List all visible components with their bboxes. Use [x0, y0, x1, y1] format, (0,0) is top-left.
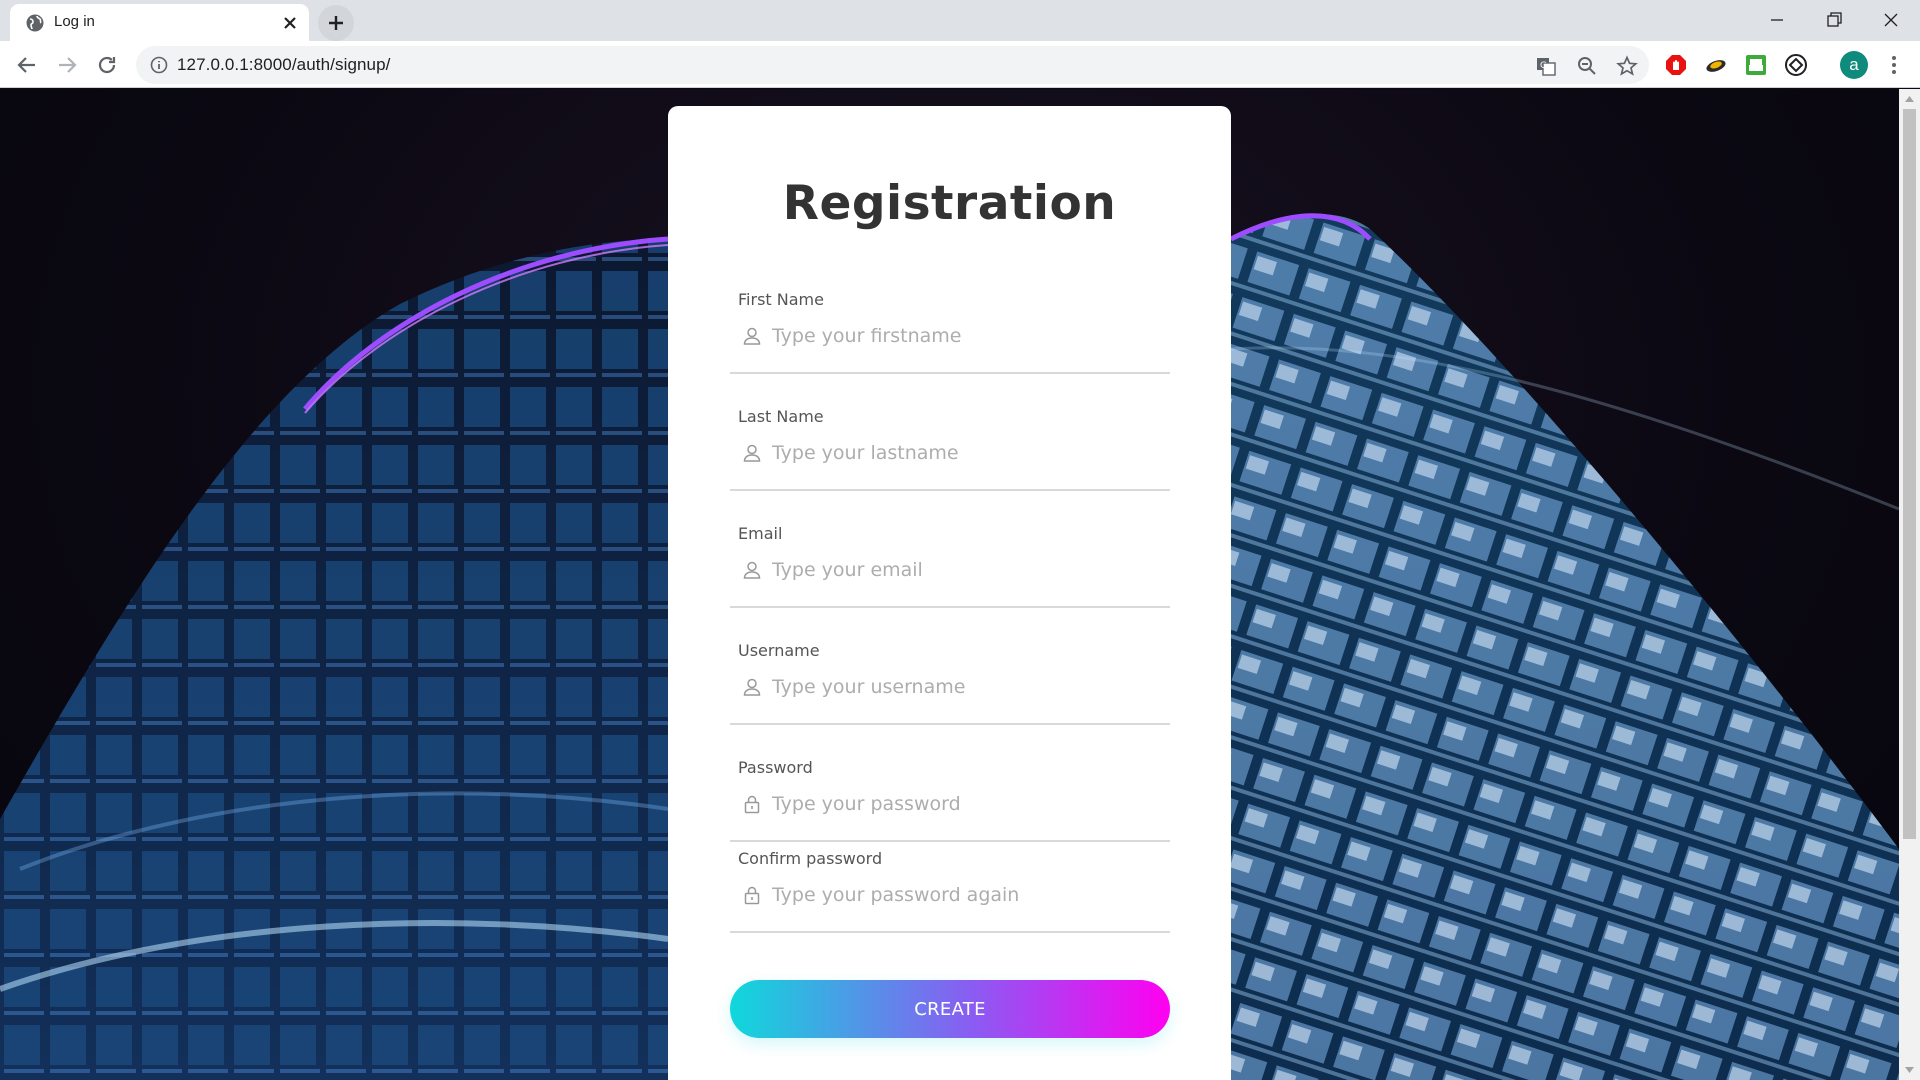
- translate-icon[interactable]: G: [1535, 55, 1557, 77]
- tab-title: Log in: [54, 13, 95, 30]
- lock-icon: [744, 795, 760, 814]
- confirm-password-field: Confirm password: [730, 849, 1170, 967]
- browser-toolbar: 127.0.0.1:8000/auth/signup/ G a: [0, 41, 1920, 88]
- password-label: Password: [738, 758, 813, 777]
- adblock-extension-icon[interactable]: [1664, 53, 1688, 77]
- new-tab-button[interactable]: [318, 5, 354, 41]
- first-name-field: First Name: [730, 290, 1170, 408]
- username-input[interactable]: [770, 672, 1160, 702]
- page-title: Registration: [782, 176, 1117, 231]
- star-icon[interactable]: [1616, 55, 1638, 77]
- vertical-scrollbar[interactable]: [1899, 89, 1920, 1080]
- vpn-extension-icon[interactable]: [1784, 53, 1808, 77]
- email-label: Email: [738, 524, 783, 543]
- user-icon: [743, 678, 761, 696]
- profile-avatar[interactable]: a: [1840, 51, 1868, 79]
- browser-tab[interactable]: Log in: [10, 4, 309, 41]
- scroll-up-icon[interactable]: [1904, 94, 1915, 104]
- user-icon: [743, 561, 761, 579]
- first-name-input[interactable]: [770, 321, 1160, 351]
- last-name-field: Last Name: [730, 407, 1170, 525]
- last-name-input[interactable]: [770, 438, 1160, 468]
- field-underline: [730, 723, 1170, 725]
- scrollbar-thumb[interactable]: [1903, 109, 1916, 839]
- globe-icon: [26, 14, 44, 32]
- confirm-password-label: Confirm password: [738, 849, 883, 868]
- page-viewport: Registration First Name Last Name Email: [0, 89, 1899, 1080]
- user-icon: [743, 444, 761, 462]
- field-underline: [730, 489, 1170, 491]
- lock-icon: [744, 886, 760, 905]
- field-underline: [730, 931, 1170, 933]
- kebab-menu-icon[interactable]: [1882, 53, 1906, 77]
- svg-text:G: G: [1540, 61, 1547, 71]
- address-bar[interactable]: 127.0.0.1:8000/auth/signup/ G: [136, 46, 1649, 84]
- print-extension-icon[interactable]: [1744, 53, 1768, 77]
- reload-icon[interactable]: [94, 52, 120, 78]
- close-icon[interactable]: [280, 13, 300, 33]
- close-window-icon[interactable]: [1877, 6, 1905, 34]
- field-underline: [730, 606, 1170, 608]
- extension-icon[interactable]: [1704, 53, 1728, 77]
- last-name-label: Last Name: [738, 407, 824, 426]
- browser-tab-strip: Log in: [0, 0, 1920, 41]
- scroll-down-icon[interactable]: [1904, 1065, 1915, 1075]
- password-input[interactable]: [770, 789, 1160, 819]
- field-underline: [730, 372, 1170, 374]
- first-name-label: First Name: [738, 290, 824, 309]
- restore-icon[interactable]: [1820, 6, 1848, 34]
- minimize-icon[interactable]: [1763, 6, 1791, 34]
- url-text[interactable]: 127.0.0.1:8000/auth/signup/: [177, 55, 391, 75]
- user-icon: [743, 327, 761, 345]
- plus-icon: [329, 16, 343, 30]
- email-field: Email: [730, 524, 1170, 642]
- zoom-out-icon[interactable]: [1576, 55, 1598, 77]
- arrow-left-icon[interactable]: [14, 52, 40, 78]
- field-underline: [730, 840, 1170, 842]
- arrow-right-icon[interactable]: [54, 52, 80, 78]
- info-icon[interactable]: [150, 56, 168, 74]
- username-field: Username: [730, 641, 1170, 759]
- username-label: Username: [738, 641, 820, 660]
- email-input[interactable]: [770, 555, 1160, 585]
- registration-card: Registration First Name Last Name Email: [668, 106, 1231, 1080]
- confirm-password-input[interactable]: [770, 880, 1160, 910]
- create-button[interactable]: CREATE: [730, 980, 1170, 1038]
